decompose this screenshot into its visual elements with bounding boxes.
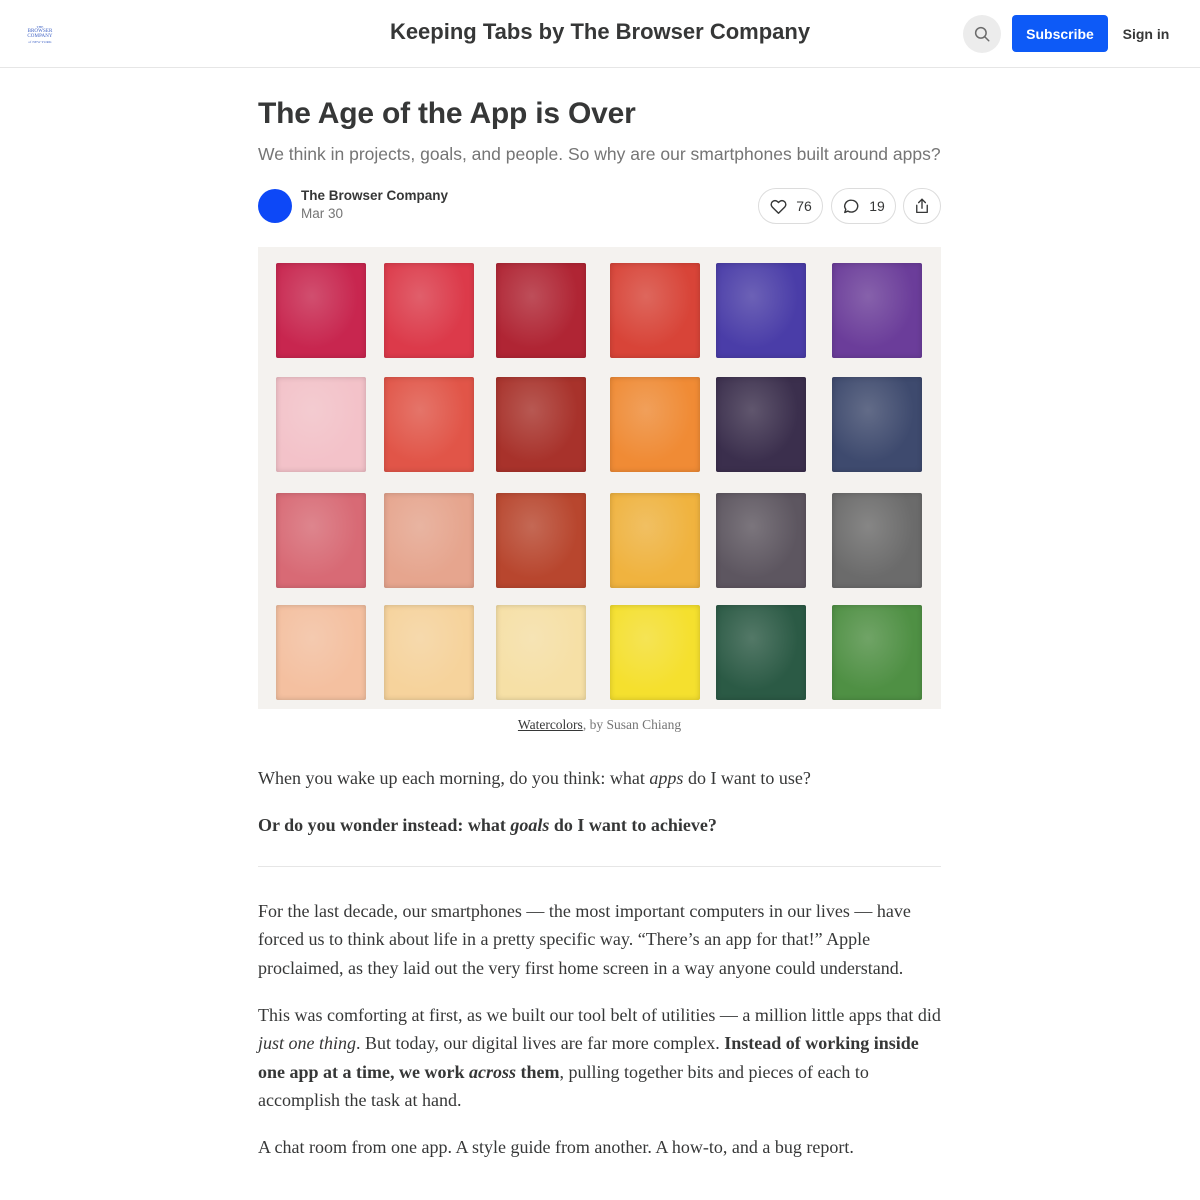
watercolor-swatch — [832, 377, 922, 472]
paragraph: A chat room from one app. A style guide … — [258, 1137, 854, 1157]
search-icon — [974, 26, 990, 42]
logo-line: of NEW YORK — [28, 39, 52, 44]
watercolor-swatch — [276, 493, 366, 588]
image-caption: Watercolors, by Susan Chiang — [258, 717, 941, 733]
avatar[interactable] — [258, 189, 292, 223]
watercolor-swatch — [832, 263, 922, 358]
watercolor-swatch — [276, 605, 366, 700]
watercolor-swatch — [716, 493, 806, 588]
watercolor-swatch — [716, 605, 806, 700]
like-count: 76 — [796, 198, 812, 214]
caption-text: , by Susan Chiang — [582, 717, 682, 732]
watercolor-swatch — [496, 263, 586, 358]
post-body: When you wake up each morning, do you th… — [258, 764, 941, 1180]
sign-in-link[interactable]: Sign in — [1114, 15, 1178, 52]
watercolor-swatch — [610, 493, 700, 588]
comment-button[interactable]: 19 — [831, 188, 896, 224]
comment-icon — [844, 198, 859, 213]
watercolor-swatch — [716, 263, 806, 358]
paragraph: This was comforting at first, as we buil… — [258, 1004, 941, 1111]
watercolor-swatch — [496, 493, 586, 588]
watercolor-swatch — [610, 605, 700, 700]
paragraph: When you wake up each morning, do you th… — [258, 768, 811, 788]
watercolor-swatch — [716, 377, 806, 472]
paragraph: For the last decade, our smartphones — t… — [258, 900, 911, 978]
heart-icon — [770, 199, 787, 214]
watercolor-swatch — [384, 605, 474, 700]
watercolor-swatch — [610, 377, 700, 472]
watercolor-swatch — [276, 377, 366, 472]
author-name[interactable]: The Browser Company — [301, 188, 448, 203]
share-icon — [916, 198, 928, 214]
publication-logo[interactable]: THE BROWSER COMPANY of NEW YORK — [24, 21, 56, 47]
caption-link[interactable]: Watercolors — [518, 717, 583, 732]
share-button[interactable] — [903, 188, 941, 224]
site-header: THE BROWSER COMPANY of NEW YORK Keeping … — [0, 0, 1200, 68]
like-button[interactable]: 76 — [758, 188, 823, 224]
publication-title[interactable]: Keeping Tabs by The Browser Company — [300, 19, 900, 45]
post-subtitle: We think in projects, goals, and people.… — [258, 144, 941, 164]
watercolor-swatch — [384, 263, 474, 358]
watercolor-swatch — [384, 493, 474, 588]
hero-image-watercolors[interactable] — [258, 247, 941, 709]
byline: The Browser Company Mar 30 76 19 — [258, 187, 941, 225]
watercolor-swatch — [276, 263, 366, 358]
subscribe-button[interactable]: Subscribe — [1012, 15, 1108, 52]
paragraph-bold: Or do you wonder instead: what goals do … — [258, 815, 717, 835]
comment-count: 19 — [869, 198, 885, 214]
watercolor-swatch — [832, 493, 922, 588]
watercolor-swatch — [496, 605, 586, 700]
watercolor-swatch — [384, 377, 474, 472]
section-divider — [258, 865, 941, 867]
article-header: The Age of the App is Over We think in p… — [258, 96, 941, 224]
post-title: The Age of the App is Over — [258, 97, 636, 130]
watercolor-swatch — [832, 605, 922, 700]
watercolor-swatch — [610, 263, 700, 358]
watercolor-swatch — [496, 377, 586, 472]
post-date: Mar 30 — [301, 206, 344, 221]
search-button[interactable] — [963, 15, 1001, 53]
